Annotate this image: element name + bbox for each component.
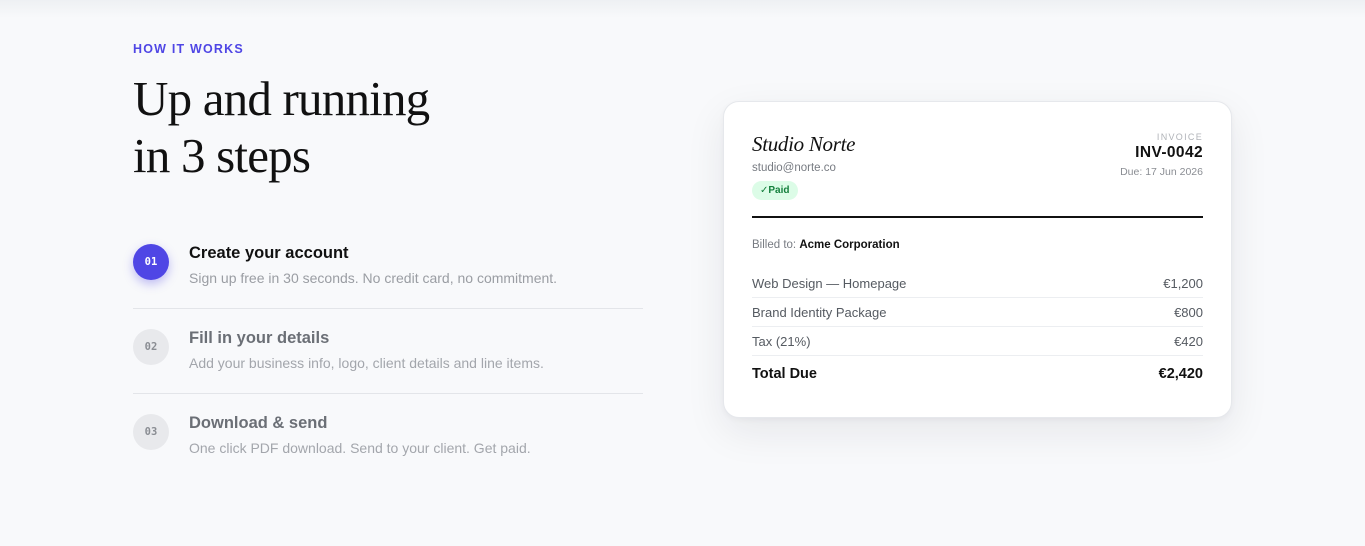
billed-to-name: Acme Corporation [799,239,900,251]
section-eyebrow: HOW IT WORKS [133,42,244,56]
line-item-description: Web Design — Homepage [752,275,907,291]
total-amount: €2,420 [1158,366,1203,382]
billed-to: Billed to: Acme Corporation [752,239,900,251]
heading-line-2: in 3 steps [133,128,311,183]
paid-status-badge: ✓Paid [752,181,798,200]
line-item: Brand Identity Package €800 [752,298,1203,327]
invoice-due-date: Due: 17 Jun 2026 [1120,166,1203,178]
invoice-total: Total Due €2,420 [752,366,1203,382]
invoice-label: INVOICE [1156,132,1203,142]
step-title: Create your account [189,244,349,262]
line-item-amount: €420 [1174,333,1203,349]
step-download-send[interactable]: 03 Download & send One click PDF downloa… [133,394,643,478]
invoice-brand-name: Studio Norte [752,132,856,156]
top-shadow [0,0,1365,18]
invoice-meta: INVOICE INV-0042 Due: 17 Jun 2026 [1120,132,1203,178]
step-number-badge: 02 [133,329,169,365]
invoice-divider [752,216,1203,218]
line-item: Web Design — Homepage €1,200 [752,269,1203,298]
invoice-brand-email: studio@norte.co [752,162,836,174]
invoice-number: INV-0042 [1135,144,1203,161]
step-fill-details[interactable]: 02 Fill in your details Add your busines… [133,309,643,394]
step-number-badge: 03 [133,414,169,450]
billed-to-label: Billed to: [752,239,797,251]
line-item-description: Tax (21%) [752,333,811,349]
invoice-preview-card: Studio Norte studio@norte.co ✓Paid INVOI… [723,101,1232,418]
step-title: Download & send [189,414,328,432]
step-description: Add your business info, logo, client det… [189,355,544,371]
steps-list: 01 Create your account Sign up free in 3… [133,224,643,478]
line-item-amount: €800 [1174,304,1203,320]
line-item: Tax (21%) €420 [752,327,1203,356]
invoice-line-items: Web Design — Homepage €1,200 Brand Ident… [752,269,1203,356]
total-label: Total Due [752,366,817,382]
line-item-amount: €1,200 [1163,275,1203,291]
line-item-description: Brand Identity Package [752,304,887,320]
heading-line-1: Up and running [133,71,430,126]
step-title: Fill in your details [189,329,330,347]
step-create-account[interactable]: 01 Create your account Sign up free in 3… [133,224,643,309]
step-description: One click PDF download. Send to your cli… [189,440,531,456]
step-number-badge: 01 [133,244,169,280]
step-description: Sign up free in 30 seconds. No credit ca… [189,270,558,286]
section-heading: Up and running in 3 steps [133,70,553,184]
